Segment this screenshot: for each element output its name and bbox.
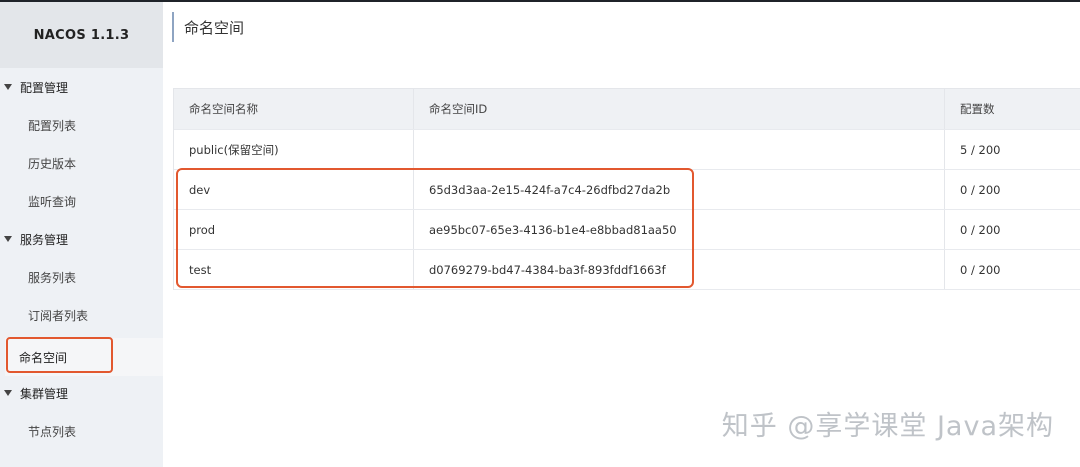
sidebar-item-history[interactable]: 历史版本 [0,144,163,182]
sidebar-item-label: 监听查询 [28,194,77,209]
sidebar-item-node-list[interactable]: 节点列表 [0,412,163,450]
namespace-name-cell: dev [174,170,414,209]
namespace-id-cell [414,130,945,169]
sidebar-item-label: 配置列表 [28,118,77,133]
namespace-name-cell: prod [174,210,414,249]
sidebar-group-cluster[interactable]: 集群管理 [0,374,163,412]
sidebar-item-label: 订阅者列表 [28,308,89,323]
column-header-count: 配置数 [960,102,995,116]
config-count-cell: 0 / 200 [960,262,1001,277]
sidebar-group-label: 配置管理 [20,80,69,95]
sidebar-item-service-list[interactable]: 服务列表 [0,258,163,296]
sidebar: NACOS 1.1.3 配置管理 配置列表 历史版本 监听查询 服务管理 服务列… [0,2,163,467]
namespace-table: 命名空间名称 命名空间ID 配置数 public(保留空间) 5 / 200 d… [173,88,1080,290]
brand-logo: NACOS 1.1.3 [0,2,163,68]
sidebar-item-label: 历史版本 [28,156,77,171]
sidebar-group-service[interactable]: 服务管理 [0,220,163,258]
caret-down-icon [4,236,12,242]
namespace-name-cell: test [174,250,414,289]
table-row: test d0769279-bd47-4384-ba3f-893fddf1663… [174,250,1080,290]
config-count-cell: 5 / 200 [960,142,1001,157]
column-header-name: 命名空间名称 [174,89,414,129]
namespace-id-cell: d0769279-bd47-4384-ba3f-893fddf1663f [414,250,945,289]
sidebar-item-label: 服务列表 [28,270,77,285]
sidebar-item-listener-query[interactable]: 监听查询 [0,182,163,220]
watermark: 知乎 @享学课堂 Java架构 [721,411,1054,442]
namespace-name-cell: public(保留空间) [174,130,414,169]
config-count-cell: 0 / 200 [960,222,1001,237]
caret-down-icon [4,390,12,396]
namespace-id-cell: ae95bc07-65e3-4136-b1e4-e8bbad81aa50 [414,210,945,249]
sidebar-item-label: 命名空间 [19,350,68,365]
caret-down-icon [4,84,12,90]
table-row: dev 65d3d3aa-2e15-424f-a7c4-26dfbd27da2b… [174,170,1080,210]
table-row: public(保留空间) 5 / 200 [174,130,1080,170]
table-row: prod ae95bc07-65e3-4136-b1e4-e8bbad81aa5… [174,210,1080,250]
table-header-row: 命名空间名称 命名空间ID 配置数 [174,89,1080,130]
sidebar-item-label: 节点列表 [28,424,77,439]
sidebar-item-namespace[interactable]: 命名空间 [5,338,163,376]
config-count-cell: 0 / 200 [960,182,1001,197]
page-header: 命名空间 [172,12,244,42]
column-header-id: 命名空间ID [414,89,945,129]
page-title: 命名空间 [184,18,245,37]
sidebar-group-label: 服务管理 [20,232,69,247]
sidebar-group-config[interactable]: 配置管理 [0,68,163,106]
sidebar-item-subscriber-list[interactable]: 订阅者列表 [0,296,163,334]
sidebar-group-label: 集群管理 [20,386,69,401]
namespace-id-cell: 65d3d3aa-2e15-424f-a7c4-26dfbd27da2b [414,170,945,209]
sidebar-item-config-list[interactable]: 配置列表 [0,106,163,144]
